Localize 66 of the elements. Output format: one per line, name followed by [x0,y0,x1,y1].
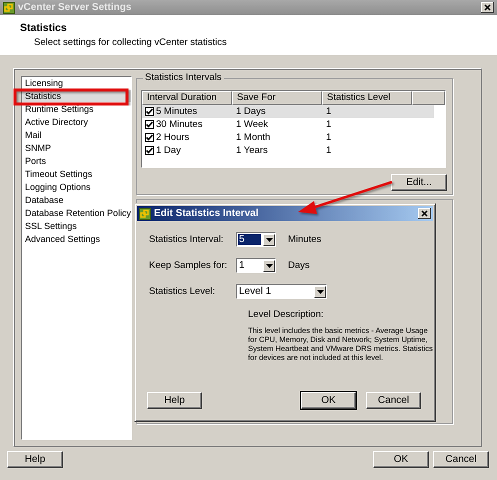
settings-item[interactable]: Database [22,194,131,206]
table-row[interactable]: 1 Day 1 Years 1 [142,144,434,157]
dropdown-button[interactable] [263,234,275,246]
footer-button[interactable]: Help [7,451,63,468]
table-cell: 1 Day [156,145,181,156]
checkbox[interactable] [145,133,154,142]
column-header[interactable]: Statistics Level [322,91,412,105]
table-cell-text: 1 [325,106,332,117]
settings-item[interactable]: Logging Options [22,181,131,193]
column-header[interactable]: Interval Duration [142,91,232,105]
settings-item[interactable]: Active Directory [22,116,131,128]
dialog-button[interactable]: Help [147,392,202,409]
table-cell-text: 1 [325,132,332,143]
dialog-button[interactable]: OK [301,392,356,409]
page-subtitle: Select settings for collecting vCenter statistics [34,37,228,48]
field-label: Statistics Level: [149,286,216,297]
settings-item[interactable]: Advanced Settings [22,233,131,245]
table-cell: 30 Minutes [156,119,202,130]
close-button[interactable] [481,2,494,13]
dialog-button[interactable]: Cancel [366,392,421,409]
dropdown-button[interactable] [314,286,326,298]
field-label: Statistics Interval: [149,234,224,245]
unit-label: Minutes [288,234,322,245]
column-header[interactable]: Save For [232,91,322,105]
table-row[interactable]: 5 Minutes 1 Days 1 [142,105,434,118]
settings-item[interactable]: Runtime Settings [22,103,131,115]
table-cell-text: 1 [325,145,332,156]
table-cell-text: 1 Years [235,145,269,156]
unit-label: Days [288,260,310,271]
page-title: Statistics [20,22,68,34]
settings-item[interactable]: Database Retention Policy [22,207,131,219]
table-cell-text: 1 Days [235,106,267,117]
table-cell-text: 1 Month [235,132,272,143]
settings-item[interactable]: SNMP [22,142,131,154]
table-cell-text: 1 [325,119,332,130]
table-cell: 2 Hours [156,132,190,143]
dropdown-field[interactable]: 5 [236,232,276,247]
group-title: Statistics Intervals [143,72,224,83]
settings-item[interactable]: Timeout Settings [22,168,131,180]
caret-icon [266,264,272,268]
edit-button[interactable]: Edit... [391,174,447,191]
dialog-icon [139,208,151,220]
app-icon [3,2,15,14]
dropdown-button[interactable] [263,260,275,272]
dropdown-field[interactable]: Level 1 [236,284,327,299]
close-button[interactable] [418,208,431,219]
dropdown-field[interactable]: 1 [236,258,276,273]
table-cell: 5 Minutes [156,106,198,117]
description-label: Level Description: [248,309,325,320]
window-title: vCenter Server Settings [18,2,132,13]
settings-item[interactable]: SSL Settings [22,220,131,232]
settings-item[interactable]: Licensing [22,77,131,89]
footer-button[interactable]: OK [373,451,429,468]
checkbox[interactable] [145,107,154,116]
table-row[interactable]: 2 Hours 1 Month 1 [142,131,434,144]
footer-button[interactable]: Cancel [433,451,489,468]
table-row[interactable]: 30 Minutes 1 Week 1 [142,118,434,131]
caret-icon [316,290,324,294]
checkbox[interactable] [145,146,154,155]
settings-item[interactable]: Mail [22,129,131,141]
field-label: Keep Samples for: [149,260,228,271]
table-cell-text: 1 Week [235,119,270,130]
settings-item[interactable]: Ports [22,155,131,167]
caret-icon [266,238,272,242]
checkbox[interactable] [145,120,154,129]
dialog-title: Edit Statistics Interval [154,208,260,219]
